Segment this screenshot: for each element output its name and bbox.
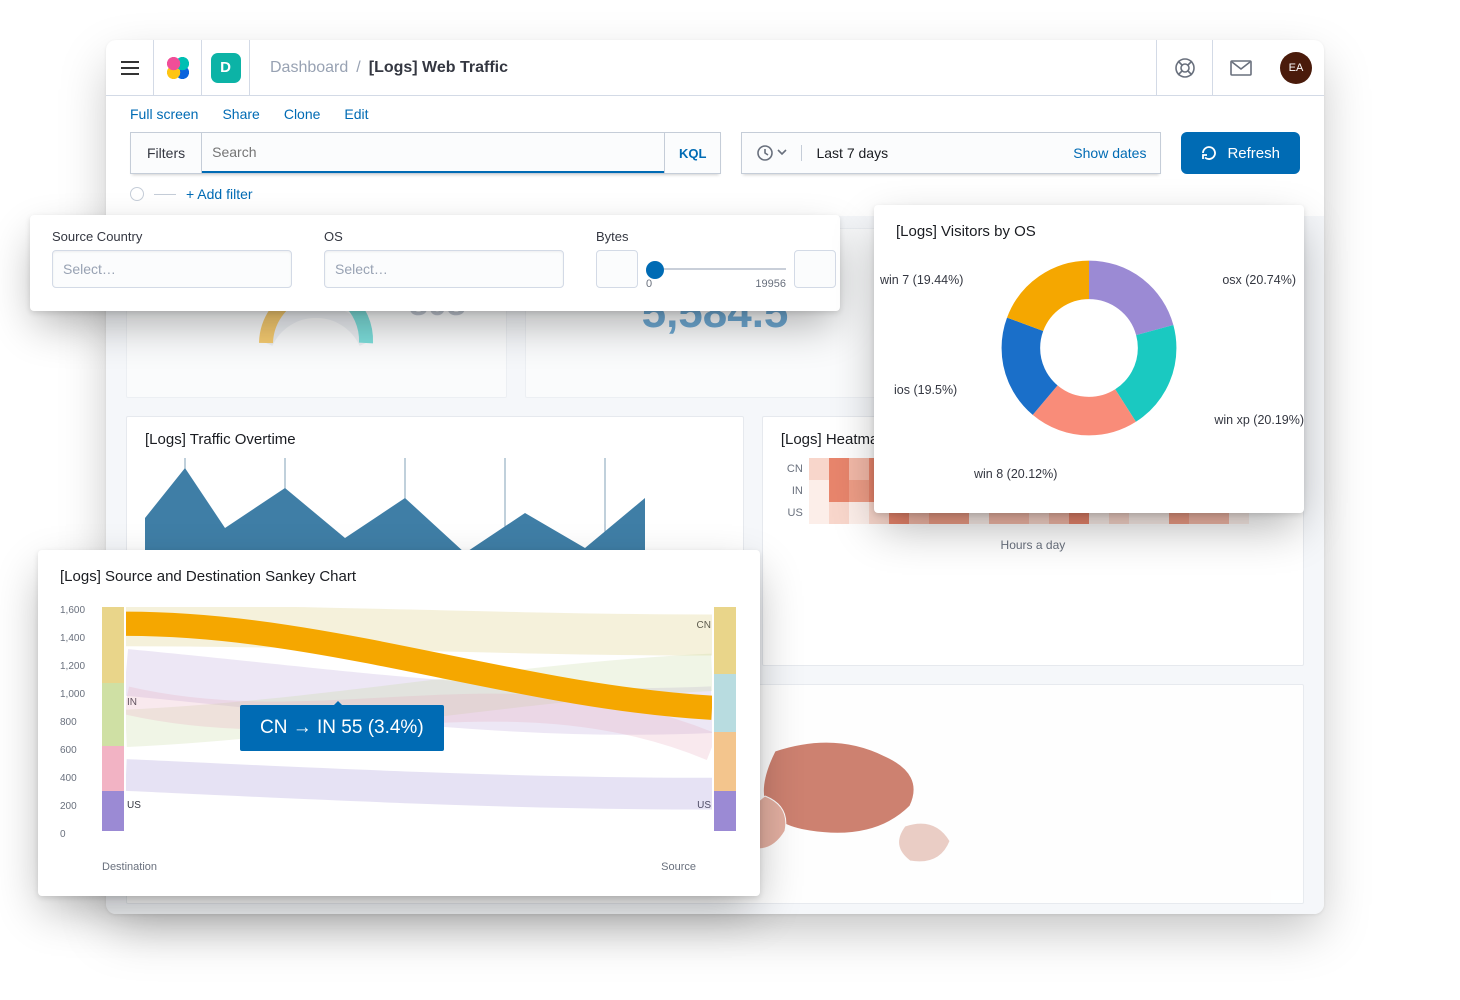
bytes-max-input[interactable]	[794, 250, 836, 288]
bytes-slider[interactable]: 0 19956	[646, 250, 786, 288]
avatar: EA	[1280, 52, 1312, 84]
pie-label-winxp: win xp (20.19%)	[1214, 413, 1304, 427]
sankey-ytick: 1,600	[60, 605, 85, 616]
sankey-tooltip: CN → IN 55 (3.4%)	[240, 705, 444, 751]
pie-label-win8: win 8 (20.12%)	[974, 467, 1057, 481]
sankey-ytick: 0	[60, 829, 66, 840]
pie-label-win7: win 7 (19.44%)	[880, 273, 963, 287]
menu-button[interactable]	[106, 40, 154, 96]
donut-chart	[999, 258, 1179, 438]
breadcrumb-current: [Logs] Web Traffic	[369, 59, 508, 77]
date-picker[interactable]: Last 7 days Show dates	[741, 132, 1161, 174]
query-bar: Filters KQL Last 7 days Show dates Refre…	[106, 132, 1324, 182]
controls-card: Source Country Select… OS Select… Bytes …	[30, 215, 840, 311]
edit-link[interactable]: Edit	[344, 106, 368, 122]
inbox-button[interactable]	[1212, 40, 1268, 96]
date-range-text: Last 7 days	[816, 145, 888, 161]
header: D Dashboard / [Logs] Web Traffic EA	[106, 40, 1324, 96]
sankey-dest-band: IN US	[102, 607, 124, 831]
pie-label-ios: ios (19.5%)	[894, 383, 957, 397]
add-filter-link[interactable]: + Add filter	[186, 186, 253, 202]
sankey-ytick: 800	[60, 717, 77, 728]
breadcrumb-parent[interactable]: Dashboard	[270, 59, 348, 77]
os-label: OS	[324, 229, 564, 244]
app-letter-icon: D	[211, 53, 241, 83]
lifebuoy-icon	[1174, 57, 1196, 79]
sankey-src-label: Source	[661, 861, 696, 873]
sankey-title: [Logs] Source and Destination Sankey Cha…	[60, 568, 738, 585]
hamburger-icon	[121, 61, 139, 75]
refresh-icon	[1201, 145, 1217, 161]
clock-icon	[757, 145, 773, 161]
source-country-select[interactable]: Select…	[52, 250, 292, 288]
pie-label-osx: osx (20.74%)	[1222, 273, 1296, 287]
sankey-ytick: 400	[60, 773, 77, 784]
mail-icon	[1230, 60, 1252, 76]
sankey-plot: 1,6001,4001,2001,0008006004002000 IN US …	[60, 595, 738, 857]
sankey-dest-label: Destination	[102, 861, 157, 873]
help-button[interactable]	[1156, 40, 1212, 96]
sankey-ytick: 1,200	[60, 661, 85, 672]
date-quick-button[interactable]	[742, 145, 802, 161]
show-dates-link[interactable]: Show dates	[1073, 145, 1146, 161]
traffic-title: [Logs] Traffic Overtime	[145, 431, 725, 448]
sankey-ytick: 200	[60, 801, 77, 812]
fullscreen-link[interactable]: Full screen	[130, 106, 198, 122]
bytes-min-input[interactable]	[596, 250, 638, 288]
elastic-logo-icon	[167, 57, 189, 79]
refresh-button[interactable]: Refresh	[1181, 132, 1300, 174]
home-button[interactable]	[154, 40, 202, 96]
account-button[interactable]: EA	[1268, 40, 1324, 96]
clone-link[interactable]: Clone	[284, 106, 321, 122]
sankey-ytick: 1,000	[60, 689, 85, 700]
visitors-by-os-card: [Logs] Visitors by OS win 7 (19.44%) osx…	[874, 205, 1304, 513]
share-link[interactable]: Share	[222, 106, 259, 122]
chevron-down-icon	[777, 149, 787, 157]
sankey-ytick: 1,400	[60, 633, 85, 644]
pie-title: [Logs] Visitors by OS	[896, 223, 1282, 240]
app-switch-button[interactable]: D	[202, 40, 250, 96]
filters-label: Filters	[131, 133, 202, 173]
filter-toggle[interactable]	[130, 187, 144, 201]
bytes-label: Bytes	[596, 229, 836, 244]
kql-toggle[interactable]: KQL	[664, 133, 720, 173]
sankey-ytick: 600	[60, 745, 77, 756]
search-input[interactable]	[202, 133, 664, 173]
source-country-label: Source Country	[52, 229, 292, 244]
heatmap-xlabel: Hours a day	[781, 538, 1285, 552]
sankey-card: [Logs] Source and Destination Sankey Cha…	[38, 550, 760, 896]
dashboard-actions: Full screen Share Clone Edit	[106, 96, 1324, 132]
os-select[interactable]: Select…	[324, 250, 564, 288]
breadcrumb: Dashboard / [Logs] Web Traffic	[250, 59, 508, 77]
search-box: Filters KQL	[130, 132, 721, 174]
sankey-src-band: CN US	[714, 607, 736, 831]
